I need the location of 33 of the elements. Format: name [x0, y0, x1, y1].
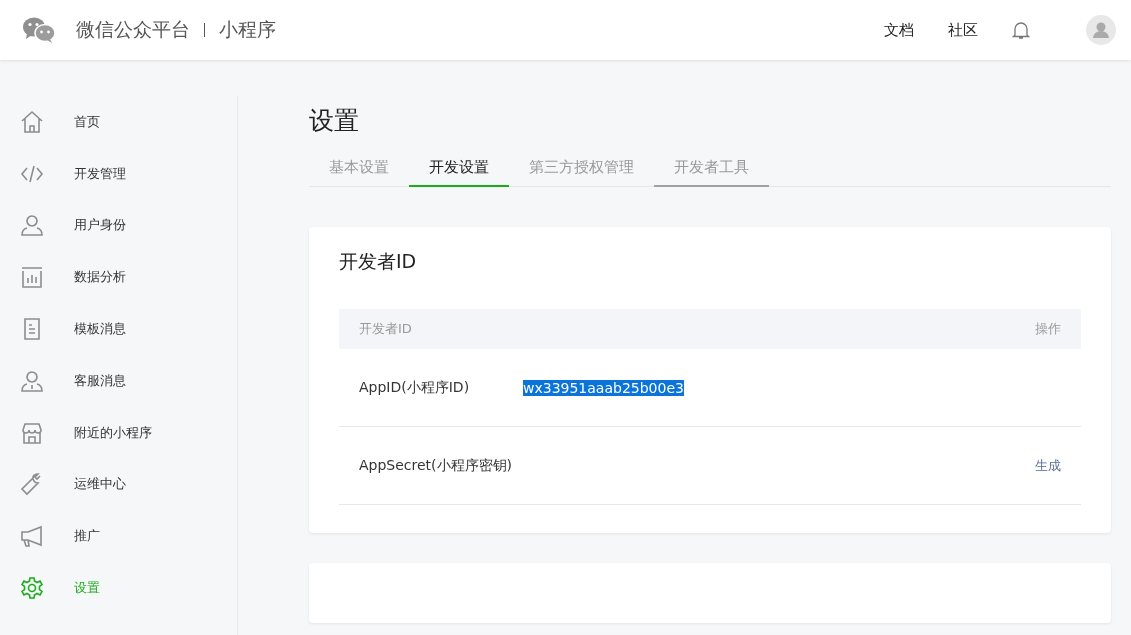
avatar-icon[interactable] — [1086, 15, 1116, 45]
person-icon — [20, 368, 44, 393]
sidebar-item[interactable]: 开发管理 — [0, 147, 237, 200]
sidebar-item[interactable]: 用户身份 — [0, 199, 237, 252]
chat-bubbles-icon — [22, 16, 56, 44]
tab[interactable]: 开发设置 — [409, 149, 509, 187]
header-link[interactable]: 文档 — [884, 20, 914, 40]
app-id-value: wx33951aaab25b00e3 — [523, 379, 684, 396]
wrench-icon — [20, 472, 44, 497]
house-icon — [20, 109, 44, 134]
table-cell-text: AppSecret(小程序密钥) — [359, 456, 514, 475]
shop-icon — [20, 420, 44, 445]
column-header: 开发者ID — [359, 320, 412, 338]
sidebar-item[interactable]: 模板消息 — [0, 303, 237, 355]
sidebar-item[interactable]: 客服消息 — [0, 355, 237, 407]
platform-name: 微信公众平台 — [76, 17, 190, 42]
bar-chart-icon — [20, 265, 44, 290]
generate-link[interactable]: 生成 — [1035, 456, 1061, 475]
sidebar-item[interactable]: 推广 — [0, 510, 237, 563]
card-title: 开发者ID — [339, 249, 418, 274]
megaphone-icon — [20, 524, 44, 549]
sidebar-item[interactable]: 附近的小程序 — [0, 406, 237, 459]
header-link[interactable]: 社区 — [948, 20, 978, 40]
sidebar-item[interactable]: 数据分析 — [0, 251, 237, 304]
person-icon — [20, 213, 44, 238]
product-name: 小程序 — [219, 17, 276, 42]
column-header: 操作 — [1035, 320, 1061, 338]
page-title: 设置 — [309, 105, 360, 137]
bell-icon[interactable] — [1012, 20, 1030, 40]
sidebar-item[interactable]: 首页 — [0, 96, 237, 148]
sidebar-item[interactable]: 运维中心 — [0, 458, 237, 511]
table-cell-text: AppID(小程序ID) — [359, 378, 471, 397]
settings-icon — [20, 576, 44, 601]
